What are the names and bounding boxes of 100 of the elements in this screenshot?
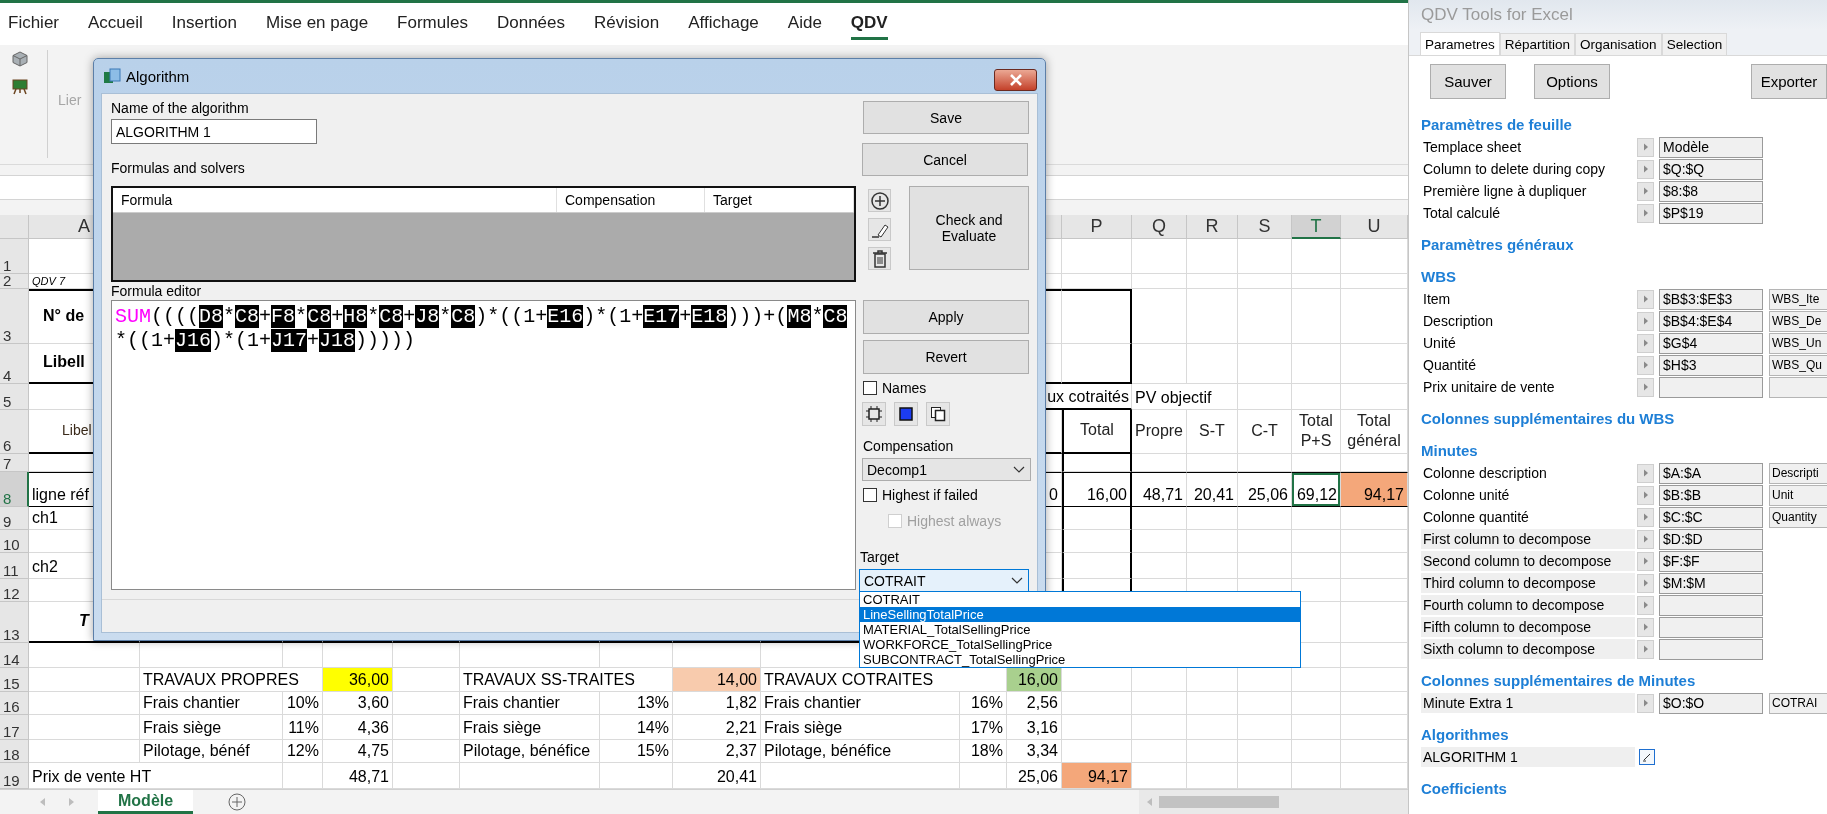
tool-button[interactable] xyxy=(926,402,950,426)
checkbox[interactable] xyxy=(863,381,877,395)
cancel-button[interactable]: Cancel xyxy=(862,143,1028,176)
row-header[interactable]: 14 xyxy=(0,643,29,668)
dropdown[interactable]: Decomp1 xyxy=(862,458,1031,481)
menu-tab[interactable]: Insertion xyxy=(171,8,238,40)
arrow-button[interactable] xyxy=(1637,617,1654,637)
row-header[interactable]: 17 xyxy=(0,715,29,740)
name-field[interactable]: Descripti xyxy=(1769,462,1827,484)
tab[interactable]: Parametres xyxy=(1420,32,1500,55)
formula-editor[interactable]: SUM((((D8*C8+F8*C8+H8*C8+J8*C8)*((1+E16)*(1+E17+E18)))+(M8*C8 *((1+J16)*(1+J17+J18))))) xyxy=(111,300,856,590)
scrollbar[interactable] xyxy=(1139,790,1408,814)
name-field[interactable]: Unit xyxy=(1769,484,1827,506)
arrow-button[interactable] xyxy=(1637,551,1654,571)
arrow-button[interactable] xyxy=(1637,529,1654,549)
menu-tab[interactable]: QDV xyxy=(850,8,888,40)
tab[interactable]: Organisation xyxy=(1575,33,1662,55)
row-header[interactable]: 11 xyxy=(0,553,29,579)
value-field[interactable] xyxy=(1659,616,1763,638)
value-field[interactable]: $G$4 xyxy=(1659,332,1763,354)
name-field[interactable]: WBS_De xyxy=(1769,310,1827,332)
arrow-button[interactable] xyxy=(1637,289,1654,309)
options-button[interactable]: Options xyxy=(1534,64,1610,99)
menu-tab[interactable]: Fichier xyxy=(8,8,59,40)
row-header[interactable]: 2 xyxy=(0,274,29,289)
check-button[interactable]: Check and Evaluate xyxy=(909,186,1029,270)
dropdown-option[interactable]: MATERIAL_TotalSellingPrice xyxy=(860,622,1300,637)
arrow-button[interactable] xyxy=(1637,639,1654,659)
column-header[interactable]: Q xyxy=(1132,215,1187,239)
value-field[interactable]: $O:$O xyxy=(1659,692,1763,714)
column-header[interactable]: R xyxy=(1187,215,1238,239)
name-field[interactable]: Quantity xyxy=(1769,506,1827,528)
menu-tab[interactable]: Aide xyxy=(787,8,822,40)
value-field[interactable]: $Q:$Q xyxy=(1659,158,1763,180)
arrow-button[interactable] xyxy=(1637,573,1654,593)
arrow-button[interactable] xyxy=(1637,463,1654,483)
easel-icon[interactable] xyxy=(12,79,28,95)
column-header[interactable]: U xyxy=(1341,215,1408,239)
value-field[interactable]: $H$3 xyxy=(1659,354,1763,376)
close-button[interactable] xyxy=(994,69,1037,91)
row-header[interactable]: 12 xyxy=(0,579,29,602)
scroll-thumb[interactable] xyxy=(1159,796,1279,808)
value-field[interactable]: $B$3:$E$3 xyxy=(1659,288,1763,310)
menu-tab[interactable]: Accueil xyxy=(88,8,143,40)
checkbox[interactable] xyxy=(863,488,877,502)
name-field[interactable]: WBS_Qu xyxy=(1769,354,1827,376)
row-header[interactable]: 7 xyxy=(0,454,29,472)
name-field[interactable] xyxy=(1769,376,1827,398)
value-field[interactable]: $A:$A xyxy=(1659,462,1763,484)
tab[interactable]: Selection xyxy=(1661,33,1728,55)
add-button[interactable] xyxy=(868,189,891,212)
list-item[interactable]: ALGORITHM 1 xyxy=(1421,747,1635,767)
cube-icon[interactable] xyxy=(12,51,28,67)
edit-button[interactable] xyxy=(1639,749,1655,765)
arrow-button[interactable] xyxy=(1637,159,1654,179)
tool-button[interactable] xyxy=(894,402,918,426)
column-header[interactable]: Target xyxy=(705,188,854,212)
add-icon[interactable] xyxy=(227,792,248,812)
column-header[interactable]: P xyxy=(1062,215,1132,239)
value-field[interactable]: $B:$B xyxy=(1659,484,1763,506)
row-header[interactable]: 15 xyxy=(0,668,29,692)
dropdown-option[interactable]: LineSellingTotalPrice xyxy=(860,607,1300,622)
menu-tab[interactable]: Affichage xyxy=(688,8,759,40)
save-button[interactable]: Save xyxy=(863,101,1029,134)
value-field[interactable]: $D:$D xyxy=(1659,528,1763,550)
arrow-button[interactable] xyxy=(1637,693,1654,713)
row-header[interactable]: 8 xyxy=(0,472,29,507)
arrow-button[interactable] xyxy=(1637,311,1654,331)
revert-button[interactable]: Revert xyxy=(863,340,1029,374)
edit-button[interactable] xyxy=(868,218,891,241)
value-field[interactable] xyxy=(1659,638,1763,660)
dropdown-option[interactable]: WORKFORCE_TotalSellingPrice xyxy=(860,637,1300,652)
value-field[interactable]: $F:$F xyxy=(1659,550,1763,572)
arrow-button[interactable] xyxy=(1637,203,1654,223)
export-button[interactable]: Exporter xyxy=(1751,64,1827,99)
name-field[interactable]: ALGORITHM 1 xyxy=(111,119,317,144)
dropdown-option[interactable]: COTRAIT xyxy=(860,592,1300,607)
row-header[interactable]: 1 xyxy=(0,239,29,274)
arrow-button[interactable] xyxy=(1637,595,1654,615)
tool-button[interactable] xyxy=(862,402,886,426)
apply-button[interactable]: Apply xyxy=(863,300,1029,334)
arrow-button[interactable] xyxy=(1637,355,1654,375)
row-header[interactable]: 6 xyxy=(0,410,29,454)
arrow-button[interactable] xyxy=(1637,181,1654,201)
value-field[interactable] xyxy=(1659,594,1763,616)
column-header[interactable]: Formula xyxy=(113,188,557,212)
value-field[interactable]: $8:$8 xyxy=(1659,180,1763,202)
arrow-button[interactable] xyxy=(1637,485,1654,505)
row-header[interactable]: 18 xyxy=(0,740,29,763)
value-field[interactable] xyxy=(1659,376,1763,398)
menu-tab[interactable]: Données xyxy=(496,8,566,40)
row-header[interactable]: 19 xyxy=(0,763,29,789)
name-field[interactable]: COTRAI xyxy=(1769,692,1827,714)
menu-tab[interactable]: Formules xyxy=(397,8,468,40)
sheet-tab[interactable]: Modèle xyxy=(98,790,194,814)
row-header[interactable]: 10 xyxy=(0,530,29,553)
column-header[interactable]: Compensation xyxy=(557,188,705,212)
delete-button[interactable] xyxy=(868,247,891,270)
arrow-button[interactable] xyxy=(1637,137,1654,157)
menu-tab[interactable]: Révision xyxy=(594,8,660,40)
